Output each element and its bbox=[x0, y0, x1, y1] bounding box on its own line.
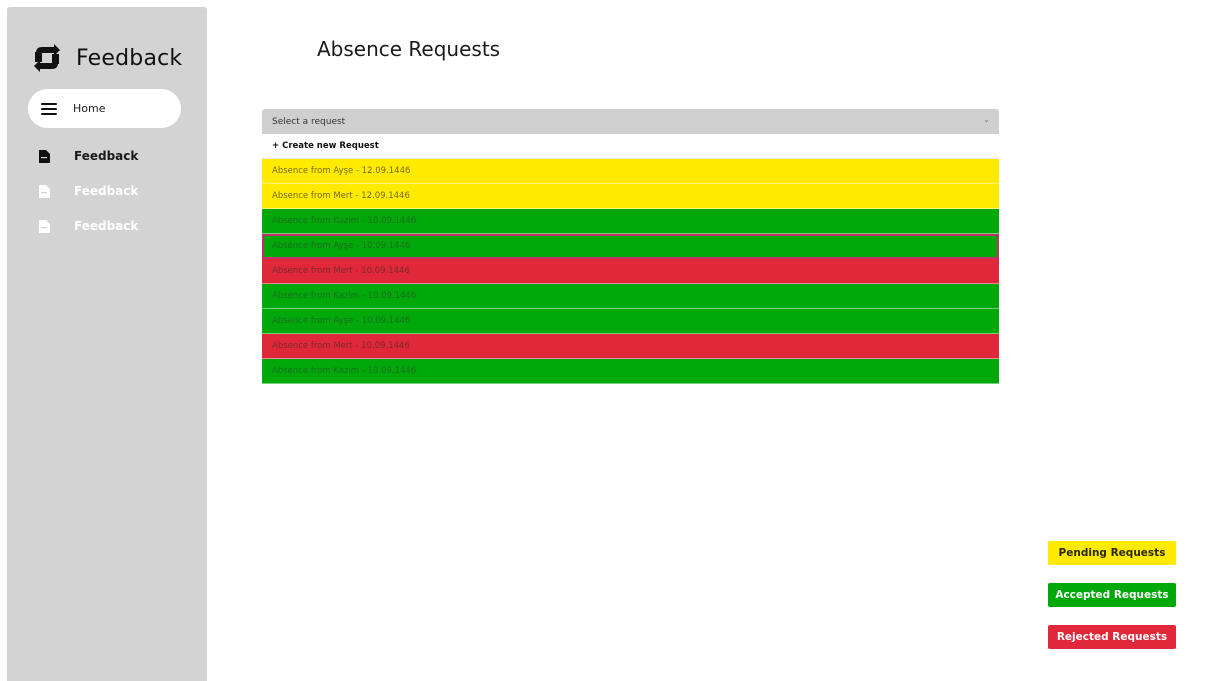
request-option-label: Absence from Mert - 12.09.1446 bbox=[272, 191, 410, 201]
brand-title: Feedback bbox=[76, 45, 183, 71]
create-request-option[interactable]: + Create new Request bbox=[262, 134, 999, 159]
sidebar-item-label: Feedback bbox=[74, 184, 139, 198]
request-option-label: Absence from Mert - 10.09.1446 bbox=[272, 266, 410, 276]
request-option[interactable]: Absence from Kazim - 10.09.1446 bbox=[262, 284, 999, 309]
document-icon bbox=[39, 184, 50, 198]
request-option-label: Absence from Ayşe - 10.09.1446 bbox=[272, 241, 411, 251]
request-option[interactable]: Absence from Ayşe - 12.09.1446 bbox=[262, 159, 999, 184]
request-option-label: Absence from Kazim - 10.09.1446 bbox=[272, 366, 417, 376]
home-label: Home bbox=[73, 102, 106, 115]
sidebar-item-label: Feedback bbox=[74, 149, 139, 163]
home-button[interactable]: Home bbox=[28, 89, 181, 128]
rejected-requests-button[interactable]: Rejected Requests bbox=[1048, 625, 1176, 649]
create-request-label: + Create new Request bbox=[272, 141, 379, 151]
request-option-hovered[interactable]: Absence from Ayşe - 10.09.1446 bbox=[262, 234, 999, 259]
request-option-label: Absence from Kazim - 10.09.1446 bbox=[272, 291, 417, 301]
request-option[interactable]: Absence from Ayşe - 10.09.1446 bbox=[262, 309, 999, 334]
request-option[interactable]: Absence from Mert - 12.09.1446 bbox=[262, 184, 999, 209]
request-option[interactable]: Absence from Mert - 10.09.1446 bbox=[262, 334, 999, 359]
request-option[interactable]: Absence from Kazim - 10.09.1446 bbox=[262, 209, 999, 234]
sidebar: Feedback Home Feedback Feedback Feedback bbox=[7, 7, 207, 681]
select-placeholder: Select a request bbox=[272, 116, 346, 127]
accepted-requests-button[interactable]: Accepted Requests bbox=[1048, 583, 1176, 607]
brand[interactable]: Feedback bbox=[32, 43, 182, 73]
sidebar-item-feedback-2[interactable]: Feedback bbox=[39, 184, 138, 198]
request-option-label: Absence from Ayşe - 10.09.1446 bbox=[272, 316, 411, 326]
chevron-down-icon: ⌄ bbox=[983, 115, 990, 124]
sidebar-item-feedback-3[interactable]: Feedback bbox=[39, 219, 138, 233]
document-icon bbox=[39, 149, 50, 163]
page-title: Absence Requests bbox=[317, 37, 501, 61]
menu-icon bbox=[41, 102, 57, 115]
document-icon bbox=[39, 219, 50, 233]
request-option[interactable]: Absence from Mert - 10.09.1446 bbox=[262, 259, 999, 284]
sync-logo-icon bbox=[34, 44, 60, 72]
request-option-label: Absence from Mert - 10.09.1446 bbox=[272, 341, 410, 351]
sidebar-item-label: Feedback bbox=[74, 219, 139, 233]
request-option[interactable]: Absence from Kazim - 10.09.1446 bbox=[262, 359, 999, 384]
sidebar-item-feedback-1[interactable]: Feedback bbox=[39, 149, 138, 163]
request-option-label: Absence from Ayşe - 12.09.1446 bbox=[272, 166, 411, 176]
request-select[interactable]: Select a request ⌄ bbox=[262, 109, 999, 134]
request-options-list: + Create new Request Absence from Ayşe -… bbox=[262, 134, 999, 384]
request-option-label: Absence from Kazim - 10.09.1446 bbox=[272, 216, 417, 226]
pending-requests-button[interactable]: Pending Requests bbox=[1048, 541, 1176, 565]
